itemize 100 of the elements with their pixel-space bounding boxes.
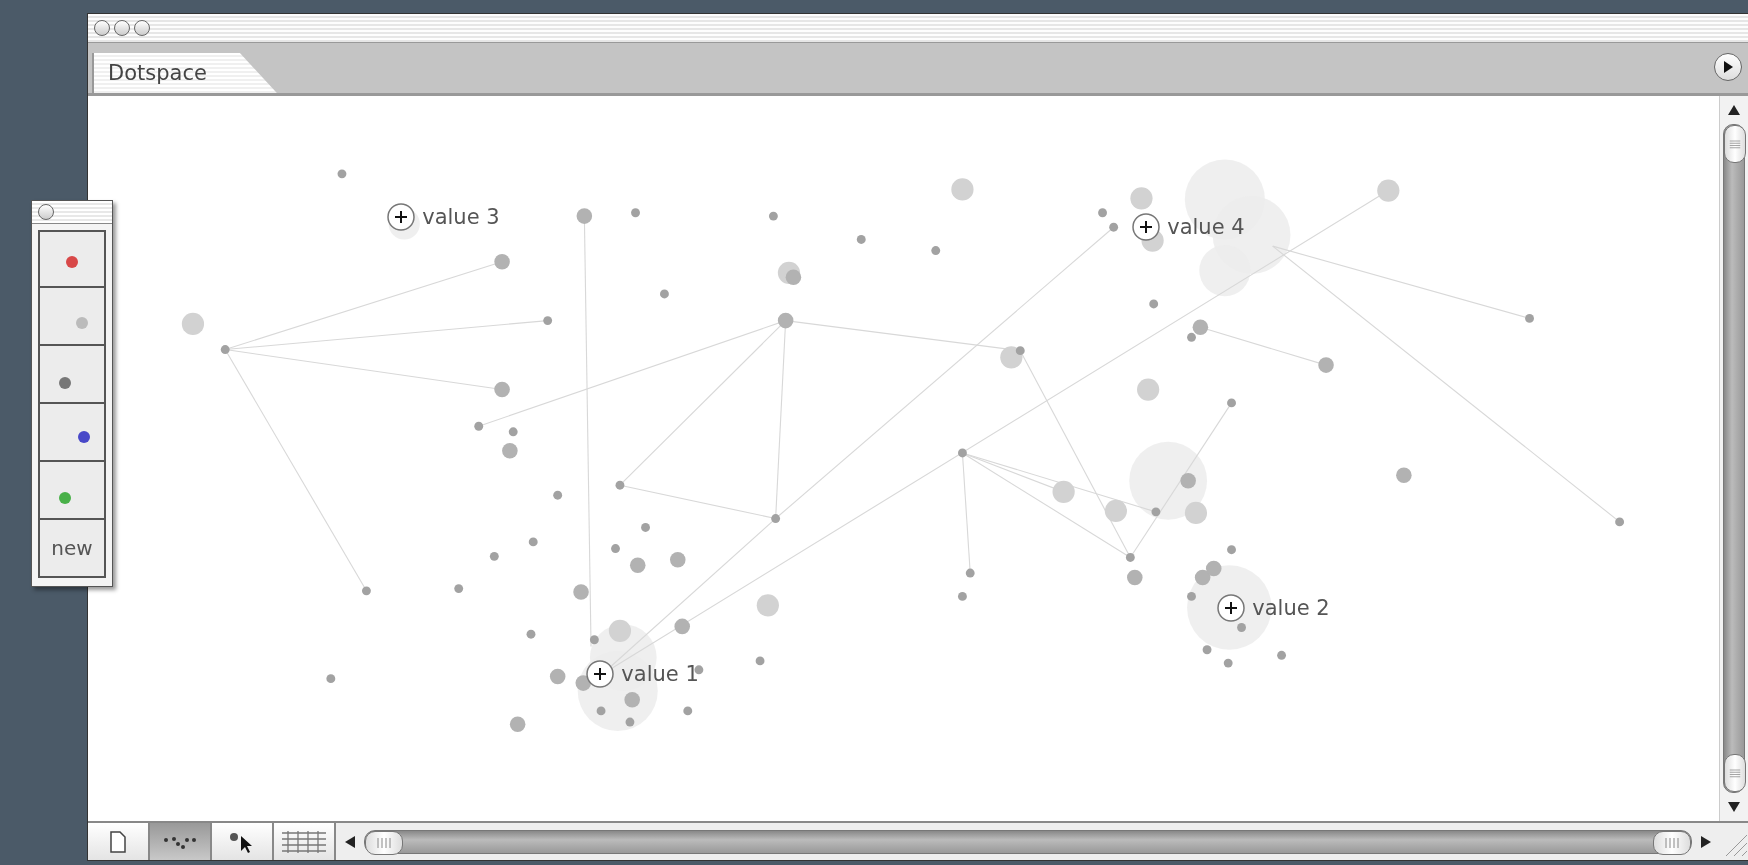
dot[interactable] (756, 594, 779, 617)
dot[interactable] (785, 269, 802, 286)
dot[interactable] (1187, 332, 1196, 342)
dot[interactable] (625, 717, 635, 727)
dot[interactable] (615, 480, 625, 490)
dot[interactable] (1104, 499, 1127, 522)
window-button[interactable] (134, 20, 150, 36)
down-arrow-icon[interactable] (1728, 802, 1740, 812)
grip-icon (1664, 836, 1680, 849)
dot[interactable] (611, 544, 620, 553)
dot[interactable] (1377, 179, 1400, 202)
dot[interactable] (489, 551, 499, 561)
dot[interactable] (1205, 560, 1222, 577)
dot[interactable] (1318, 357, 1334, 373)
play-icon (1723, 61, 1733, 73)
dot[interactable] (573, 584, 589, 600)
dot[interactable] (1151, 507, 1161, 517)
dot[interactable] (1194, 569, 1211, 586)
dot[interactable] (624, 692, 640, 708)
dot[interactable] (494, 381, 510, 398)
dot[interactable] (856, 235, 866, 244)
dot[interactable] (771, 514, 781, 523)
plus-marker-icon[interactable] (386, 202, 417, 233)
dot[interactable] (549, 668, 566, 685)
dot[interactable] (181, 312, 205, 336)
dot[interactable] (1127, 569, 1143, 586)
dot[interactable] (1184, 501, 1208, 525)
right-arrow-icon[interactable] (1701, 835, 1711, 848)
window-button[interactable] (38, 204, 54, 220)
menu-button[interactable] (1714, 53, 1742, 81)
color-swatch[interactable] (38, 462, 106, 520)
dot[interactable] (931, 246, 941, 255)
dot[interactable] (777, 312, 794, 329)
dot[interactable] (1202, 645, 1212, 655)
dot[interactable] (1237, 623, 1246, 632)
tab[interactable]: Dotspace (92, 53, 277, 93)
dot[interactable] (596, 706, 606, 716)
window-button[interactable] (114, 20, 130, 36)
dot[interactable] (965, 568, 975, 578)
dot[interactable] (220, 345, 230, 354)
plus-marker-icon[interactable] (1131, 212, 1162, 243)
left-arrow-icon[interactable] (345, 835, 355, 848)
plus-marker-icon[interactable] (1216, 592, 1247, 623)
dot[interactable] (608, 619, 632, 642)
dot[interactable] (768, 211, 778, 221)
dot[interactable] (1223, 658, 1233, 668)
color-swatch[interactable] (38, 346, 106, 404)
dot[interactable] (1525, 313, 1534, 323)
dot[interactable] (755, 656, 765, 666)
dot[interactable] (1227, 398, 1236, 408)
dot[interactable] (958, 591, 967, 601)
dot[interactable] (1015, 346, 1025, 356)
vertical-scrollbar[interactable] (1719, 96, 1748, 821)
dot[interactable] (660, 289, 669, 299)
dot[interactable] (1098, 208, 1107, 218)
dot[interactable] (1615, 517, 1625, 527)
dot[interactable] (326, 674, 336, 684)
dot[interactable] (951, 178, 974, 201)
up-arrow-icon[interactable] (1728, 105, 1740, 115)
dot[interactable] (543, 316, 553, 326)
dot[interactable] (1277, 650, 1286, 660)
new-button[interactable]: new (38, 520, 106, 578)
dot[interactable] (1130, 187, 1153, 210)
dot[interactable] (502, 442, 518, 459)
dot[interactable] (474, 421, 484, 431)
dot[interactable] (1149, 299, 1159, 309)
window-button[interactable] (94, 20, 110, 36)
dot[interactable] (361, 586, 371, 596)
dot[interactable] (1187, 591, 1196, 601)
dot[interactable] (553, 490, 563, 500)
dot[interactable] (683, 706, 693, 716)
plus-marker-icon[interactable] (585, 659, 616, 690)
dot[interactable] (508, 427, 518, 437)
dot[interactable] (1396, 467, 1412, 483)
dot[interactable] (670, 551, 686, 568)
dot[interactable] (1000, 346, 1023, 369)
dot[interactable] (526, 629, 536, 639)
tool-button[interactable] (212, 823, 274, 860)
dot[interactable] (1227, 545, 1236, 555)
dot[interactable] (1180, 472, 1196, 489)
dot[interactable] (1192, 319, 1209, 336)
color-swatch[interactable] (38, 288, 106, 346)
dot[interactable] (958, 448, 967, 458)
dot[interactable] (674, 618, 690, 635)
dot[interactable] (494, 253, 510, 270)
color-swatch[interactable] (38, 230, 106, 288)
dot[interactable] (641, 523, 650, 532)
color-swatch[interactable] (38, 404, 106, 462)
dot[interactable] (454, 584, 464, 594)
dot[interactable] (1109, 222, 1119, 232)
dot[interactable] (1052, 480, 1075, 503)
dot[interactable] (1137, 378, 1160, 401)
dot[interactable] (528, 537, 538, 547)
dot[interactable] (576, 208, 593, 224)
dot[interactable] (1125, 553, 1135, 562)
dot[interactable] (509, 716, 526, 733)
dot[interactable] (589, 635, 599, 645)
dot[interactable] (631, 208, 640, 218)
dot[interactable] (337, 169, 347, 179)
dot[interactable] (629, 557, 646, 574)
